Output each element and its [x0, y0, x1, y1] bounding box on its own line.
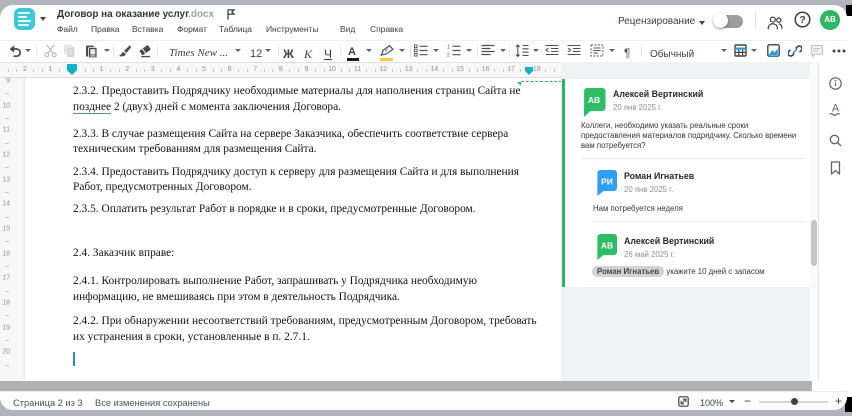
svg-text:A: A	[832, 103, 840, 115]
svg-text:АВ: АВ	[588, 95, 600, 105]
svg-text:РИ: РИ	[601, 177, 613, 187]
svg-text:АВ: АВ	[601, 241, 613, 251]
svg-text:?: ?	[799, 15, 805, 26]
svg-text:2: 2	[447, 53, 450, 57]
svg-text:1: 1	[447, 44, 450, 50]
